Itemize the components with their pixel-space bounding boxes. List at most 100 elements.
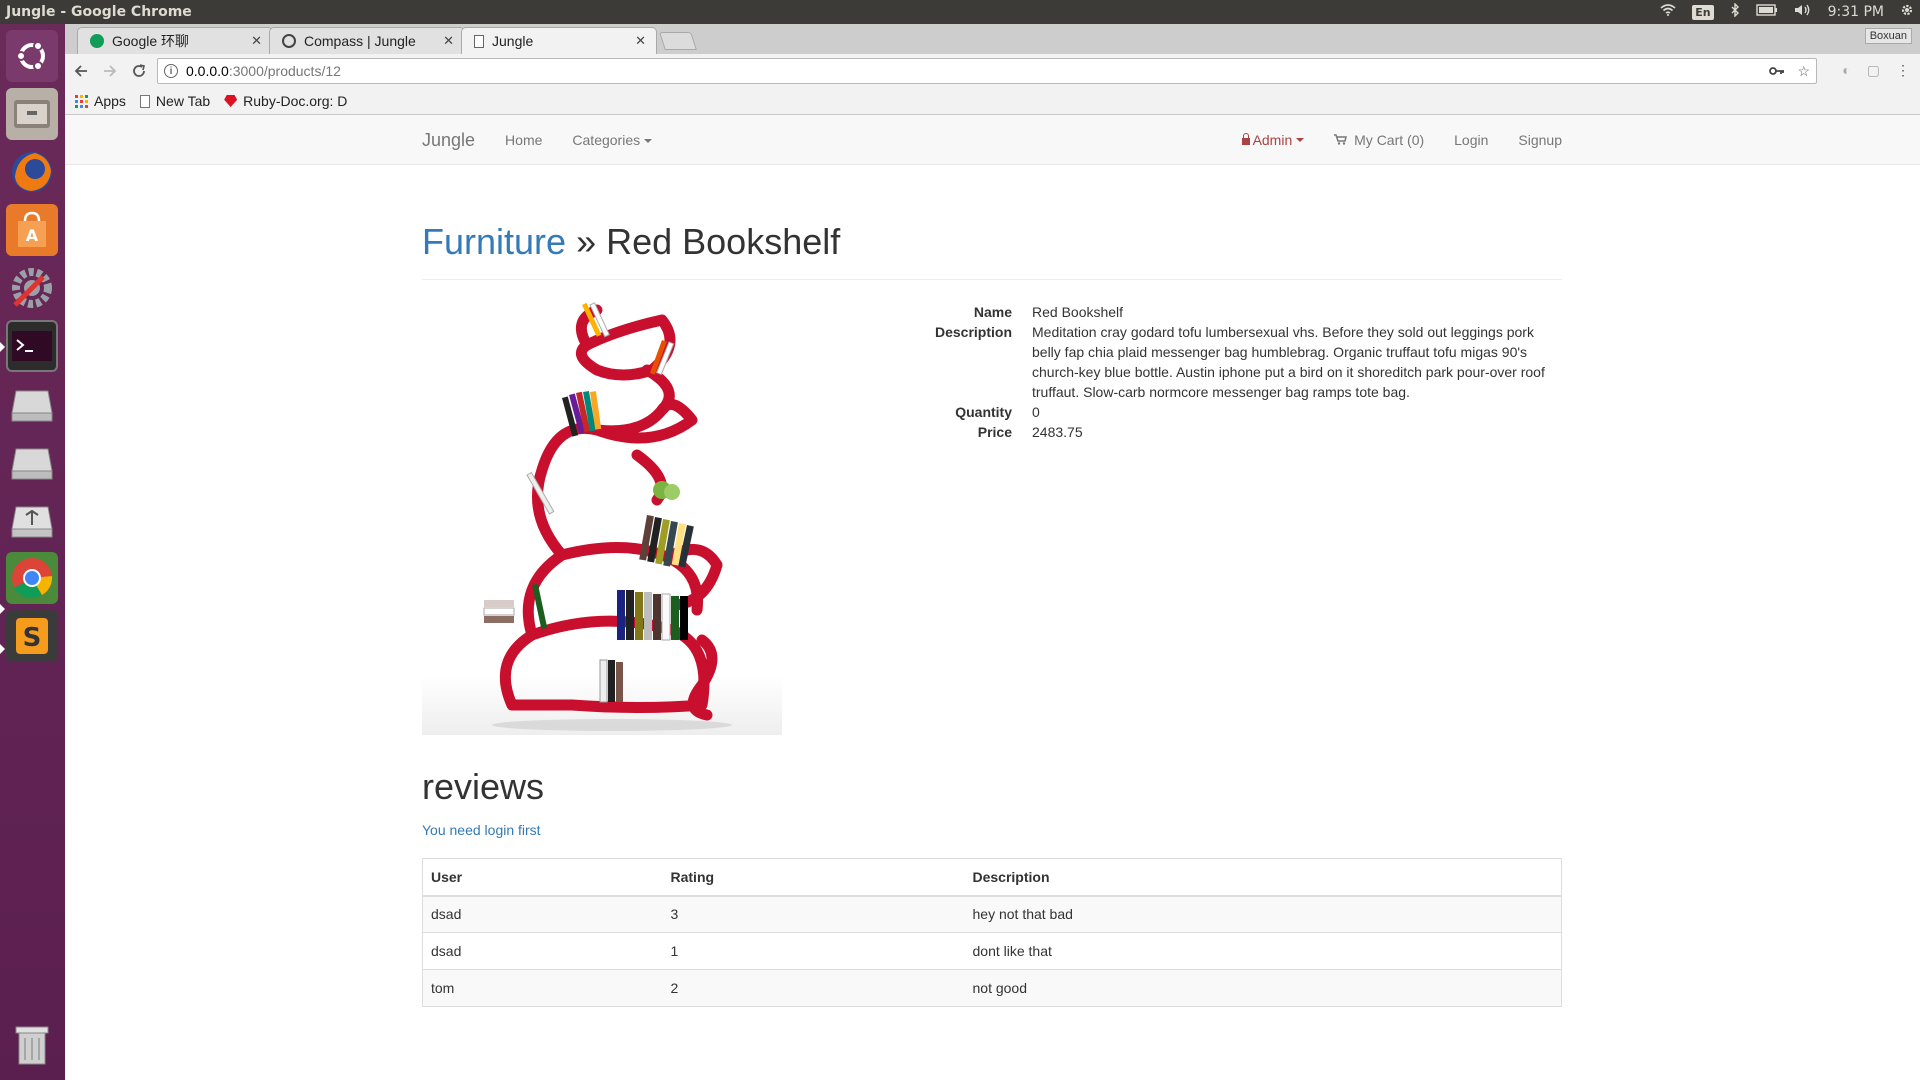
tab-compass-jungle[interactable]: Compass | Jungle ✕ [269, 27, 465, 54]
category-link[interactable]: Furniture [422, 221, 566, 262]
product-quantity-value: 0 [1032, 404, 1040, 420]
trash-icon[interactable] [6, 1018, 58, 1070]
extension-icon[interactable]: ◐ [1842, 62, 1850, 79]
window-title: Jungle - Google Chrome [6, 4, 192, 20]
tab-label: Compass | Jungle [304, 33, 416, 49]
review-description: hey not that bad [964, 895, 1562, 933]
launcher-running-indicator [0, 342, 5, 352]
column-header-description: Description [964, 858, 1562, 897]
detail-label: Quantity [955, 404, 1012, 420]
system-settings-icon[interactable] [6, 262, 58, 314]
bookmark-star-icon[interactable]: ☆ [1797, 63, 1810, 80]
browser-toolbar: i 0.0.0.0:3000/products/12 ☆ ◐ ▢ ⋮ [65, 54, 1920, 88]
reload-button[interactable] [126, 58, 152, 84]
tab-jungle[interactable]: Jungle ✕ [461, 27, 657, 54]
reviews-table: User Rating Description dsad 3 hey not t… [422, 858, 1562, 1007]
login-required-link[interactable]: You need login first [422, 822, 1562, 838]
bookmark-new-tab[interactable]: New Tab [139, 93, 211, 109]
detail-row-name: Name Red Bookshelf [842, 302, 1562, 322]
breadcrumb-separator: » [566, 221, 607, 262]
product-image [422, 300, 782, 755]
sublime-text-icon[interactable]: S [6, 610, 58, 662]
column-header-user: User [422, 858, 663, 897]
brand-link[interactable]: Jungle [422, 130, 475, 151]
back-button[interactable] [68, 58, 94, 84]
new-tab-button[interactable] [659, 32, 697, 50]
hangouts-icon [90, 34, 104, 48]
key-icon[interactable] [1769, 63, 1785, 80]
settings-gear-icon[interactable] [1900, 3, 1914, 21]
files-icon[interactable] [6, 88, 58, 140]
browser-window: Google 环聊 ✕ Compass | Jungle ✕ Jungle ✕ … [65, 24, 1920, 1080]
page-title: Furniture » Red Bookshelf [422, 221, 1562, 280]
terminal-icon[interactable] [6, 320, 58, 372]
wifi-icon[interactable] [1660, 4, 1676, 20]
tab-strip: Google 环聊 ✕ Compass | Jungle ✕ Jungle ✕ … [65, 24, 1920, 54]
svg-text:A: A [26, 226, 39, 245]
keyboard-layout-indicator[interactable]: En [1692, 4, 1714, 20]
nav-categories-dropdown[interactable]: Categories [572, 132, 653, 148]
firefox-icon[interactable] [6, 146, 58, 198]
nav-signup-link[interactable]: Signup [1518, 132, 1562, 148]
system-tray: En 9:31 PM [1660, 2, 1914, 21]
url-path: :3000/products/12 [228, 63, 341, 79]
page-icon [474, 34, 484, 48]
drive-icon[interactable] [6, 436, 58, 488]
battery-icon[interactable] [1755, 4, 1778, 20]
close-tab-icon[interactable]: ✕ [443, 33, 454, 49]
shopping-cart-icon [1334, 132, 1348, 148]
caret-down-icon [1296, 138, 1305, 142]
product-description-value: Meditation cray godard tofu lumbersexual… [1032, 324, 1545, 400]
tab-google-hangouts[interactable]: Google 环聊 ✕ [77, 27, 273, 54]
bookmark-label: New Tab [155, 93, 211, 109]
usb-drive-icon[interactable] [6, 494, 58, 546]
product-details: Name Red Bookshelf Description Meditatio… [842, 302, 1562, 442]
main-container: Furniture » Red Bookshelf Name Red Books… [422, 165, 1562, 1007]
close-tab-icon[interactable]: ✕ [251, 33, 262, 49]
review-user: dsad [422, 895, 663, 933]
ruby-icon [224, 95, 238, 107]
drive-icon[interactable] [6, 378, 58, 430]
bluetooth-icon[interactable] [1730, 2, 1740, 21]
column-header-rating: Rating [662, 858, 965, 897]
detail-label: Name [973, 304, 1012, 320]
forward-button[interactable] [97, 58, 123, 84]
ubuntu-dash-icon[interactable] [6, 30, 58, 82]
review-description: not good [964, 969, 1562, 1007]
software-center-icon[interactable]: A [6, 204, 58, 256]
clock[interactable]: 9:31 PM [1828, 4, 1884, 20]
nav-cart-link[interactable]: My Cart (0) [1334, 132, 1424, 148]
caret-down-icon [644, 139, 653, 144]
nav-home-link[interactable]: Home [505, 132, 542, 148]
site-info-icon[interactable]: i [164, 64, 178, 78]
chrome-menu-icon[interactable]: ⋮ [1896, 62, 1910, 79]
table-row: tom 2 not good [422, 969, 1562, 1007]
review-user: tom [422, 969, 663, 1007]
close-tab-icon[interactable]: ✕ [635, 33, 646, 49]
nav-login-link[interactable]: Login [1454, 132, 1488, 148]
bookmark-label: Apps [94, 93, 126, 109]
detail-row-price: Price 2483.75 [842, 422, 1562, 442]
apps-grid-icon [75, 94, 88, 108]
profile-button[interactable]: Boxuan [1864, 28, 1912, 44]
cart-label: My Cart (0) [1354, 132, 1425, 148]
page-icon [139, 94, 150, 108]
categories-label: Categories [572, 132, 641, 148]
launcher: A S [0, 24, 65, 1080]
url-host: 0.0.0.0 [186, 63, 229, 79]
bookmark-ruby-doc[interactable]: Ruby-Doc.org: D [224, 93, 347, 109]
bookmarks-bar: Apps New Tab Ruby-Doc.org: D [65, 88, 1920, 115]
address-bar[interactable]: i 0.0.0.0:3000/products/12 ☆ [157, 58, 1817, 84]
product-section: Name Red Bookshelf Description Meditatio… [422, 280, 1562, 750]
volume-icon[interactable] [1794, 3, 1812, 21]
reviews-heading: reviews [422, 766, 545, 807]
table-row: dsad 1 dont like that [422, 932, 1562, 970]
chrome-icon[interactable] [6, 552, 58, 604]
nav-admin-dropdown[interactable]: Admin [1241, 132, 1305, 148]
extension-icon[interactable]: ▢ [1867, 62, 1880, 79]
admin-label: Admin [1252, 132, 1293, 148]
table-row: dsad 3 hey not that bad [422, 895, 1562, 933]
bookmark-apps[interactable]: Apps [75, 93, 126, 109]
product-name-heading: Red Bookshelf [606, 221, 841, 262]
product-name-value: Red Bookshelf [1032, 304, 1124, 320]
